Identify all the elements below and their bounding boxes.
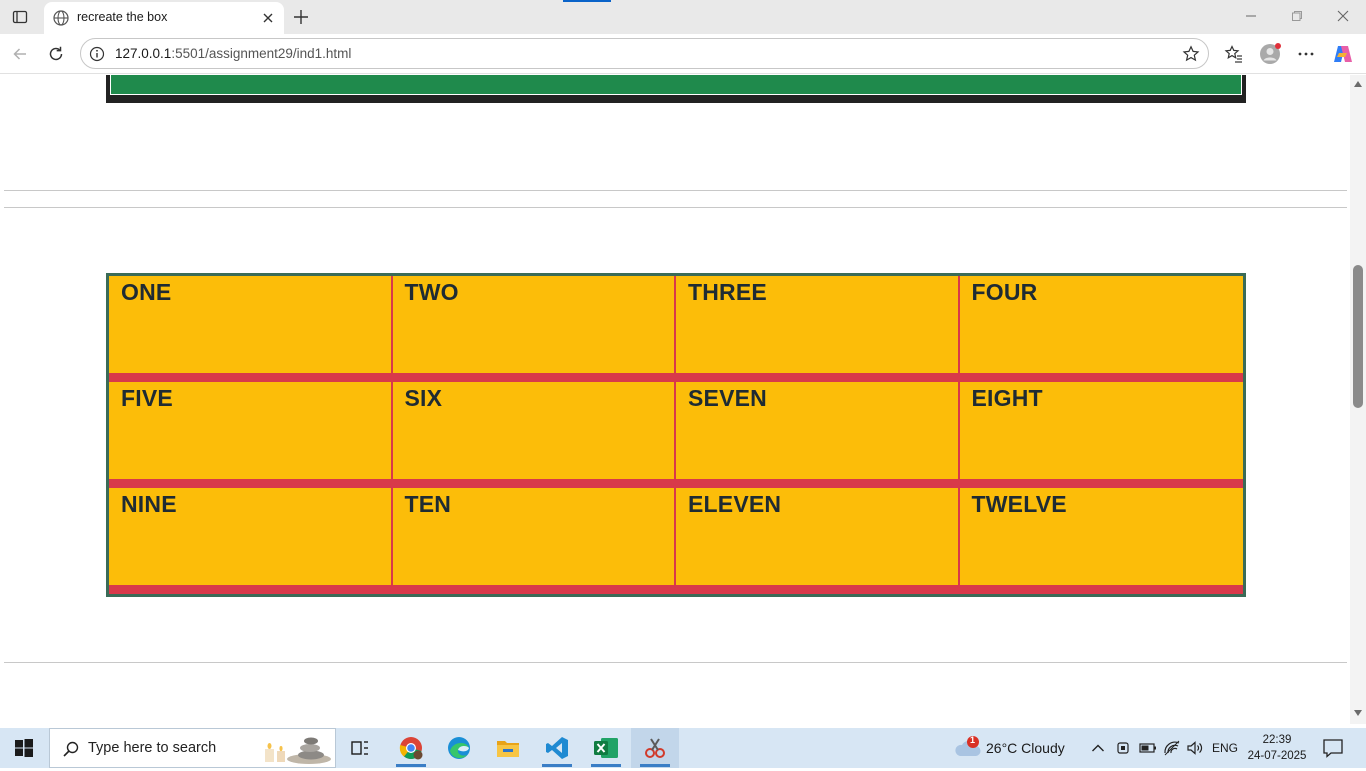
language-indicator[interactable]: ENG	[1212, 741, 1238, 755]
restore-icon[interactable]	[1274, 0, 1320, 32]
favorite-star-icon[interactable]	[1182, 45, 1200, 63]
running-indicator	[542, 764, 572, 767]
running-indicator	[396, 764, 426, 767]
grid-cell: NINE	[109, 488, 393, 594]
taskbar-clock[interactable]: 22:39 24-07-2025	[1244, 732, 1310, 764]
minimize-icon[interactable]	[1228, 0, 1274, 32]
notifications-icon[interactable]	[1322, 738, 1344, 758]
browser-tab[interactable]: recreate the box	[44, 2, 284, 34]
horizontal-rule	[4, 190, 1347, 191]
grid-cell: SIX	[392, 382, 676, 488]
running-indicator	[591, 764, 621, 767]
edge-icon[interactable]	[435, 728, 483, 768]
meet-now-icon[interactable]	[1114, 738, 1132, 758]
more-options-icon[interactable]	[1294, 42, 1318, 66]
horizontal-rule	[4, 207, 1347, 208]
volume-icon[interactable]	[1185, 738, 1205, 758]
chrome-icon[interactable]	[387, 728, 435, 768]
grid-cell: THREE	[676, 276, 960, 382]
search-placeholder: Type here to search	[88, 740, 217, 756]
scroll-down-arrow-icon[interactable]	[1354, 710, 1362, 716]
vertical-scrollbar[interactable]	[1350, 75, 1366, 724]
grid-cell: FOUR	[959, 276, 1243, 382]
close-tab-icon[interactable]	[260, 10, 276, 26]
grid-cell: TWO	[392, 276, 676, 382]
new-tab-icon[interactable]	[290, 6, 312, 28]
grid-cell: EIGHT	[959, 382, 1243, 488]
top-box-green	[110, 75, 1242, 95]
grid-cell: TWELVE	[959, 488, 1243, 594]
taskbar-search-box[interactable]: Type here to search	[49, 728, 336, 768]
refresh-icon[interactable]	[44, 42, 68, 66]
navigation-bar: 127.0.0.1:5501/assignment29/ind1.html	[0, 34, 1366, 74]
page-content: ONE TWO THREE FOUR FIVE SIX SEVEN EIGHT …	[0, 75, 1350, 724]
running-indicator	[640, 764, 670, 767]
show-hidden-icons-chevron-icon[interactable]	[1090, 738, 1106, 758]
network-icon[interactable]	[1162, 738, 1182, 758]
grid-cell: TEN	[392, 488, 676, 594]
url-text[interactable]: 127.0.0.1:5501/assignment29/ind1.html	[115, 46, 351, 61]
close-window-icon[interactable]	[1320, 0, 1366, 32]
grid-cell: ONE	[109, 276, 393, 382]
grid-cell: SEVEN	[676, 382, 960, 488]
tab-strip: recreate the box	[0, 0, 1366, 34]
site-info-icon[interactable]	[89, 46, 105, 62]
snipping-tool-icon[interactable]	[631, 728, 679, 768]
scrollbar-thumb[interactable]	[1353, 265, 1363, 408]
task-view-icon[interactable]	[336, 728, 384, 768]
weather-widget[interactable]: 1 26°C Cloudy	[952, 728, 1077, 768]
tab-strip-indicator	[563, 0, 611, 2]
tab-actions-icon[interactable]	[8, 6, 32, 28]
top-box-frame	[106, 75, 1246, 103]
excel-icon[interactable]	[582, 728, 630, 768]
grid-cell: ELEVEN	[676, 488, 960, 594]
profile-avatar-icon[interactable]	[1258, 42, 1282, 66]
windows-start-icon[interactable]	[0, 728, 48, 768]
back-icon[interactable]	[8, 42, 32, 66]
clock-time: 22:39	[1262, 734, 1292, 746]
scroll-up-arrow-icon[interactable]	[1354, 81, 1362, 87]
file-explorer-icon[interactable]	[484, 728, 532, 768]
search-icon	[62, 740, 80, 758]
horizontal-rule	[4, 662, 1347, 663]
vscode-icon[interactable]	[533, 728, 581, 768]
globe-icon	[52, 9, 70, 27]
number-grid: ONE TWO THREE FOUR FIVE SIX SEVEN EIGHT …	[106, 273, 1246, 597]
weather-text: 26°C Cloudy	[986, 740, 1065, 756]
weather-badge-count: 1	[970, 735, 976, 745]
favorites-icon[interactable]	[1222, 42, 1246, 66]
search-highlight-image	[253, 731, 333, 767]
clock-date: 24-07-2025	[1247, 750, 1307, 762]
tab-title: recreate the box	[77, 10, 168, 24]
battery-icon[interactable]	[1138, 738, 1158, 758]
address-bar[interactable]: 127.0.0.1:5501/assignment29/ind1.html	[80, 38, 1209, 69]
windows-taskbar: Type here to search 1 26°C Cloudy ENG 22…	[0, 728, 1366, 768]
copilot-icon[interactable]	[1331, 42, 1355, 66]
url-host: 127.0.0.1	[115, 46, 172, 61]
url-path: :5501/assignment29/ind1.html	[171, 46, 352, 61]
grid-cell: FIVE	[109, 382, 393, 488]
